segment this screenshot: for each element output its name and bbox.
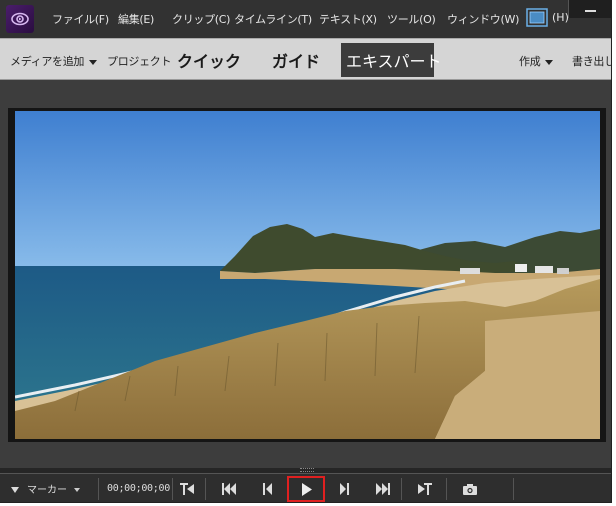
menu-bar: ファイル(F) 編集(E) クリップ(C) タイムライン(T) テキスト(X) … bbox=[0, 0, 611, 38]
app-window: ファイル(F) 編集(E) クリップ(C) タイムライン(T) テキスト(X) … bbox=[0, 0, 612, 503]
monitor-icon[interactable] bbox=[526, 8, 548, 27]
timecode-display[interactable]: 00;00;00;00 bbox=[107, 483, 170, 494]
chevron-down-icon bbox=[89, 59, 98, 65]
video-frame-image bbox=[15, 111, 600, 439]
logo-icon bbox=[11, 12, 29, 26]
transport-bar: マーカー 00;00;00;00 bbox=[0, 473, 611, 502]
go-to-start-button[interactable] bbox=[218, 479, 240, 499]
tab-quick[interactable]: クイック bbox=[177, 48, 241, 72]
window-minimize-button[interactable] bbox=[568, 0, 611, 18]
menu-help[interactable]: (H) bbox=[552, 11, 569, 24]
divider bbox=[172, 478, 173, 500]
create-label: 作成 bbox=[519, 55, 541, 68]
marker-button[interactable]: マーカー bbox=[11, 481, 80, 496]
divider bbox=[205, 478, 206, 500]
go-to-start-icon bbox=[222, 483, 236, 495]
marker-icon bbox=[11, 487, 19, 493]
tab-guided[interactable]: ガイド bbox=[272, 48, 320, 72]
menu-file[interactable]: ファイル(F) bbox=[52, 11, 109, 27]
marker-label: マーカー bbox=[27, 485, 67, 496]
add-media-label: メディアを追加 bbox=[10, 55, 85, 68]
menu-text[interactable]: テキスト(X) bbox=[319, 11, 377, 27]
menu-window[interactable]: ウィンドウ(W) bbox=[447, 11, 519, 27]
go-to-out-icon bbox=[418, 483, 432, 495]
camera-icon bbox=[463, 484, 477, 495]
divider bbox=[446, 478, 447, 500]
go-to-end-icon bbox=[376, 483, 390, 495]
export-button[interactable]: 書き出し bbox=[572, 53, 611, 69]
chevron-down-icon bbox=[74, 488, 80, 492]
divider bbox=[98, 478, 99, 500]
menu-tools[interactable]: ツール(O) bbox=[387, 11, 436, 27]
divider bbox=[401, 478, 402, 500]
go-to-in-button[interactable] bbox=[176, 479, 198, 499]
mode-bar: メディアを追加 プロジェクト クイック ガイド エキスパート 作成 書き出し bbox=[0, 38, 611, 80]
step-forward-icon bbox=[340, 483, 349, 495]
tab-expert[interactable]: エキスパート bbox=[346, 48, 442, 72]
play-icon bbox=[302, 482, 312, 496]
go-to-end-button[interactable] bbox=[372, 479, 394, 499]
go-to-out-button[interactable] bbox=[414, 479, 436, 499]
divider bbox=[513, 478, 514, 500]
create-button[interactable]: 作成 bbox=[519, 53, 554, 69]
menu-edit[interactable]: 編集(E) bbox=[118, 11, 154, 27]
step-back-button[interactable] bbox=[257, 479, 279, 499]
chevron-down-icon bbox=[545, 59, 554, 65]
add-media-button[interactable]: メディアを追加 bbox=[10, 53, 98, 69]
panel-resize-handle[interactable] bbox=[300, 468, 314, 472]
go-to-in-icon bbox=[180, 483, 194, 495]
step-forward-button[interactable] bbox=[333, 479, 355, 499]
video-preview[interactable] bbox=[15, 111, 600, 439]
menu-timeline[interactable]: タイムライン(T) bbox=[234, 11, 312, 27]
play-button[interactable] bbox=[287, 476, 325, 502]
menu-clip[interactable]: クリップ(C) bbox=[172, 11, 230, 27]
premiere-elements-logo bbox=[6, 5, 34, 33]
step-back-icon bbox=[263, 483, 272, 495]
snapshot-button[interactable] bbox=[459, 479, 481, 499]
project-button[interactable]: プロジェクト bbox=[107, 53, 172, 69]
